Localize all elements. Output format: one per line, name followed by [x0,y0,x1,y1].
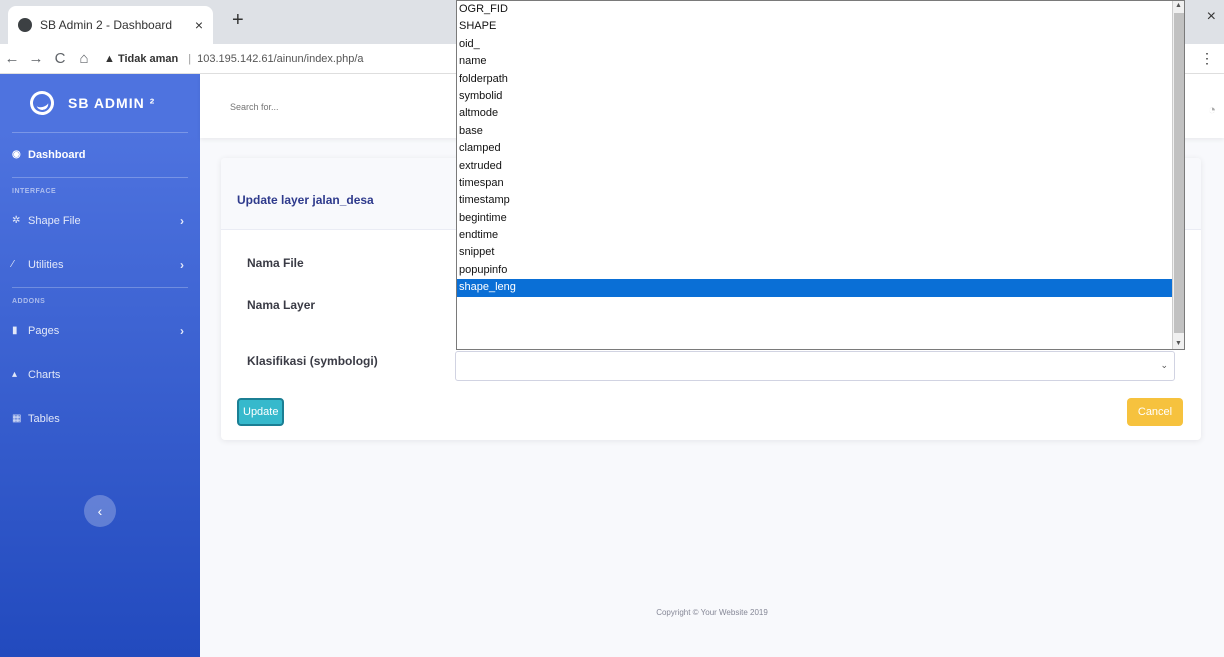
cancel-button[interactable]: Cancel [1127,398,1183,426]
dropdown-option[interactable]: symbolid [457,88,1184,105]
wrench-icon: ⁄ [12,259,14,270]
browser-tab[interactable]: SB Admin 2 - Dashboard × [8,6,213,44]
dropdown-option[interactable]: OGR_FID [457,1,1184,18]
klasifikasi-dropdown-list[interactable]: OGR_FID SHAPE oid_ name folderpath symbolid al… [456,0,1185,350]
dropdown-scrollbar[interactable]: ▲ ▼ [1172,1,1184,349]
dropdown-options: OGR_FID SHAPE oid_ name folderpath symbolid al… [457,1,1184,297]
search-input[interactable] [230,102,430,112]
scroll-down-icon[interactable]: ▼ [1175,340,1182,347]
dropdown-option[interactable]: popupinfo [457,262,1184,279]
sidebar-item-tables[interactable]: ▦ Tables [0,397,200,441]
sidebar-toggle-button[interactable]: ‹ [84,495,116,527]
sidebar-item-shape-file[interactable]: ✲ Shape File › [0,199,200,243]
sidebar-brand[interactable]: SB ADMIN ² [0,74,200,132]
globe-icon [18,18,32,32]
chevron-down-icon: ⌄ [1160,360,1168,370]
url-separator: | [188,52,192,65]
tab-title: SB Admin 2 - Dashboard [40,18,173,32]
chart-area-icon: ▴ [12,369,18,380]
nama-file-label: Nama File [247,256,304,270]
sidebar: SB ADMIN ² ◉ Dashboard INTERFACE ✲ Shape… [0,74,200,657]
nama-layer-label: Nama Layer [247,298,316,312]
security-warning[interactable]: ▲ Tidak aman [104,53,178,65]
url-text: 103.195.142.61/ainun/index.php/a [197,52,364,65]
card-title: Update layer jalan_desa [237,193,374,207]
reload-icon[interactable]: C [48,50,72,67]
tab-close-icon[interactable]: × [195,17,203,33]
dropdown-option[interactable]: name [457,53,1184,70]
sidebar-item-pages[interactable]: ▮ Pages › [0,309,200,353]
sidebar-item-charts[interactable]: ▴ Charts [0,353,200,397]
sidebar-item-label: Tables [28,413,60,425]
sidebar-item-label: Charts [28,369,61,381]
dropdown-option[interactable]: altmode [457,105,1184,122]
sidebar-heading-interface: INTERFACE [12,188,57,195]
cog-icon: ✲ [12,215,21,226]
sidebar-item-label: Shape File [28,215,81,227]
dropdown-option[interactable]: base [457,123,1184,140]
dropdown-option[interactable]: begintime [457,210,1184,227]
window-close-button[interactable]: × [1207,8,1216,26]
tachometer-icon: ◉ [12,149,21,160]
folder-icon: ▮ [12,325,18,336]
dropdown-option[interactable]: SHAPE [457,18,1184,35]
chevron-right-icon: › [180,258,184,272]
dropdown-option[interactable]: clamped [457,140,1184,157]
scroll-up-icon[interactable]: ▲ [1175,2,1182,9]
new-tab-button[interactable]: + [232,9,244,32]
dropdown-option[interactable]: timespan [457,175,1184,192]
sidebar-item-label: Dashboard [28,149,86,161]
back-icon[interactable]: ← [0,50,24,67]
sidebar-item-label: Pages [28,325,60,337]
update-button[interactable]: Update [237,398,285,426]
home-icon[interactable]: ⌂ [72,50,96,67]
dropdown-option[interactable]: oid_ [457,36,1184,53]
chevron-right-icon: › [180,324,184,338]
forward-icon[interactable]: → [24,50,48,67]
chevron-right-icon: › [180,214,184,228]
sidebar-item-utilities[interactable]: ⁄ Utilities › [0,243,200,287]
laugh-wink-icon [27,88,57,118]
scrollbar-thumb[interactable] [1174,13,1184,333]
dropdown-option[interactable]: folderpath [457,71,1184,88]
table-icon: ▦ [12,413,22,424]
sidebar-item-label: Utilities [28,259,64,271]
sidebar-heading-addons: ADDONS [12,298,46,305]
browser-menu-icon[interactable]: ⋮ [1200,50,1214,67]
dropdown-option[interactable]: extruded [457,158,1184,175]
dropdown-option[interactable]: endtime [457,227,1184,244]
footer-copyright: Copyright © Your Website 2019 [656,608,768,617]
brand-name: SB ADMIN ² [68,95,156,111]
dropdown-option[interactable]: timestamp [457,192,1184,209]
klasifikasi-select[interactable]: ⌄ [455,351,1175,381]
sidebar-item-dashboard[interactable]: ◉ Dashboard [0,133,200,177]
dropdown-option[interactable]: shape_leng [457,279,1184,297]
dropdown-option[interactable]: snippet [457,244,1184,261]
url-field[interactable]: ▲ Tidak aman | 103.195.142.61/ainun/inde… [104,53,364,65]
klasifikasi-label: Klasifikasi (symbologi) [247,354,378,368]
user-icon[interactable]: ◔ [1208,102,1216,117]
